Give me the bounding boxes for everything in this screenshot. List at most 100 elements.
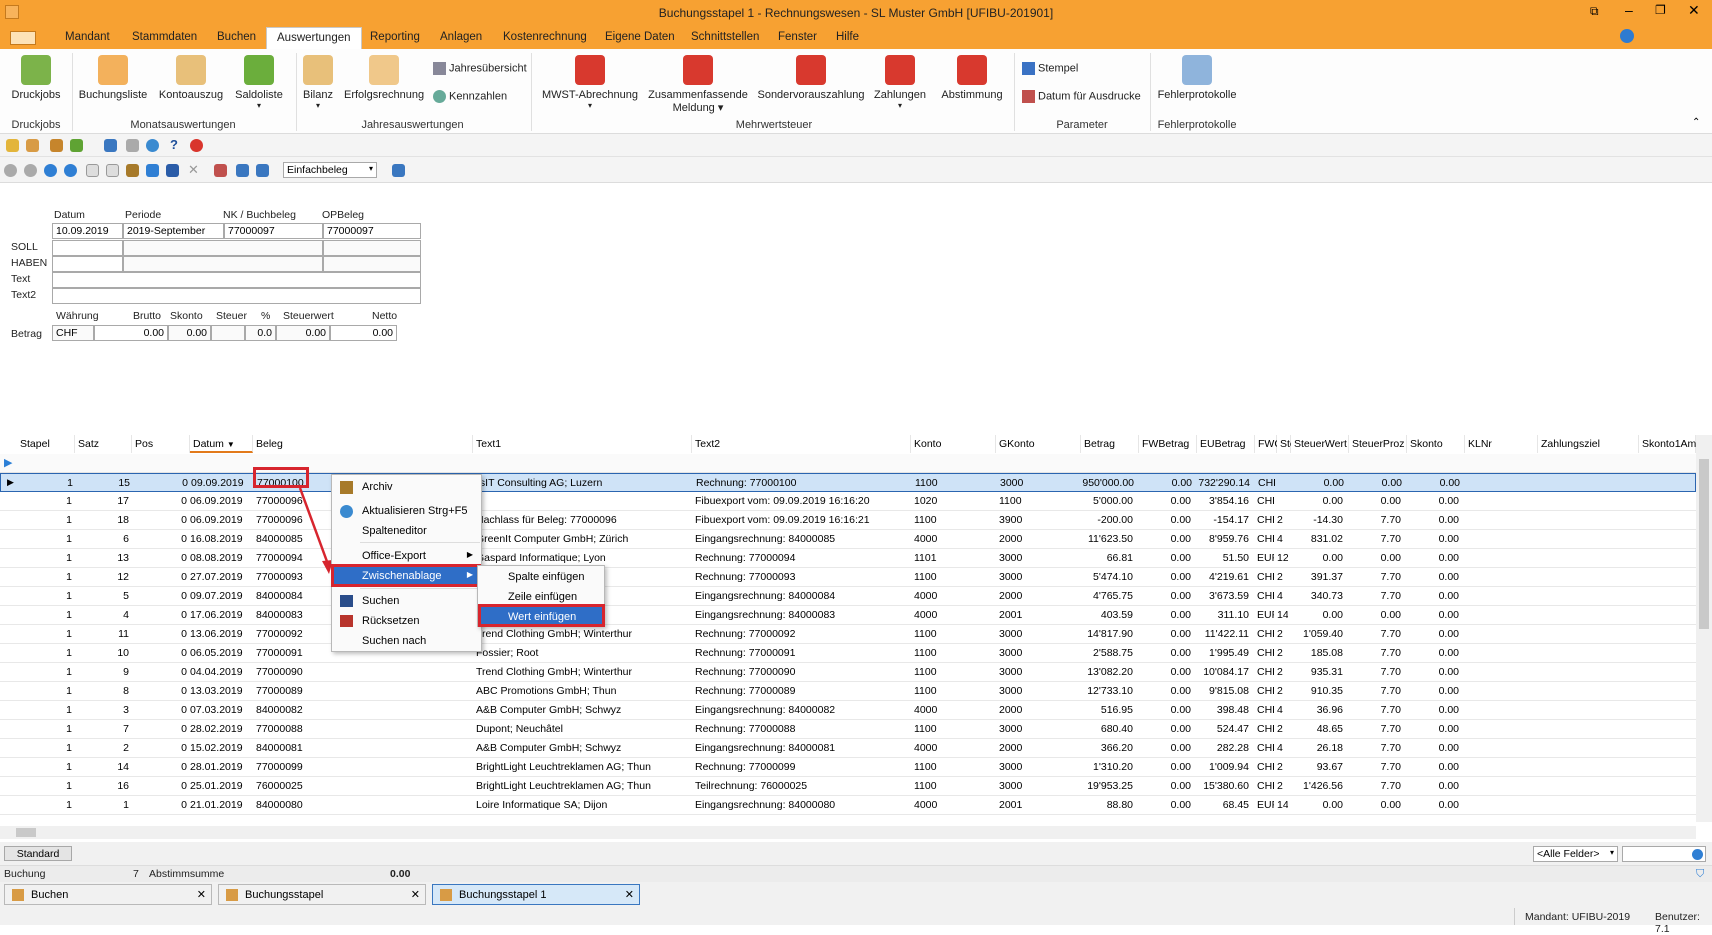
cell-skonto[interactable]: 0.00 bbox=[1407, 590, 1459, 602]
col-zahlungsziel[interactable]: Zahlungsziel bbox=[1538, 435, 1639, 453]
cell-eubetrag[interactable]: 9'815.08 bbox=[1197, 685, 1249, 697]
close-tab-icon[interactable]: ✕ bbox=[625, 888, 634, 901]
vertical-scrollbar[interactable] bbox=[1696, 435, 1712, 822]
cell-steuerproz[interactable]: 0.00 bbox=[1350, 477, 1402, 489]
cell-text2[interactable]: Eingangsrechnung: 84000083 bbox=[695, 609, 907, 621]
cell-skonto[interactable]: 0.00 bbox=[1407, 780, 1459, 792]
cell-text1[interactable]: A&B Computer GmbH; Schwyz bbox=[476, 742, 688, 754]
filter-icon[interactable]: ⛉ bbox=[1696, 868, 1704, 881]
cell-konto[interactable]: 4000 bbox=[914, 742, 991, 754]
cell-gkonto[interactable]: 3000 bbox=[1000, 477, 1077, 489]
collapse-ribbon-icon[interactable]: ⌃ bbox=[1692, 117, 1700, 128]
cell-gkonto[interactable]: 2000 bbox=[999, 533, 1076, 545]
cell-eubetrag[interactable]: 51.50 bbox=[1197, 552, 1249, 564]
calculator-icon[interactable] bbox=[392, 164, 405, 177]
cell-datum[interactable]: 09.09.2019 bbox=[191, 477, 251, 489]
cell-datum[interactable]: 28.01.2019 bbox=[190, 761, 250, 773]
cell-satz[interactable]: 18 bbox=[75, 514, 129, 526]
hscroll-thumb[interactable] bbox=[16, 828, 36, 837]
cell-steuerwert[interactable]: 0.00 bbox=[1291, 552, 1343, 564]
cell-stapel[interactable]: 1 bbox=[17, 609, 72, 621]
cell-text1[interactable]: IsIT Consulting AG; Luzern bbox=[477, 477, 689, 489]
cell-steuerwert[interactable]: 36.96 bbox=[1291, 704, 1343, 716]
cell-skonto[interactable]: 0.00 bbox=[1407, 761, 1459, 773]
table-row[interactable]: 1 13 0 08.08.2019 77000094 Gaspard Informatiq… bbox=[0, 549, 1696, 568]
horizontal-scrollbar[interactable] bbox=[0, 826, 1696, 839]
table-row[interactable]: 1 2 0 15.02.2019 84000081 A&B Computer GmbH; … bbox=[0, 739, 1696, 758]
previous-record-icon[interactable] bbox=[24, 164, 37, 177]
stempel-button[interactable]: Stempel bbox=[1022, 62, 1078, 75]
cell-pos[interactable]: 0 bbox=[132, 647, 187, 659]
cell-betrag[interactable]: 950'000.00 bbox=[1082, 477, 1134, 489]
kontoauszug-button[interactable]: Kontoauszug bbox=[156, 55, 226, 101]
jahresuebersicht-button[interactable]: Jahresübersicht bbox=[433, 62, 527, 75]
col-gkonto[interactable]: GKonto bbox=[996, 435, 1081, 453]
cell-konto[interactable]: 1100 bbox=[914, 685, 991, 697]
cell-satz[interactable]: 7 bbox=[75, 723, 129, 735]
cell-steuerwert[interactable]: 48.65 bbox=[1291, 723, 1343, 735]
cell-text1[interactable]: Trend Clothing GmbH; Winterthur bbox=[476, 666, 688, 678]
cell-gkonto[interactable]: 3000 bbox=[999, 761, 1076, 773]
cell-eubetrag[interactable]: -154.17 bbox=[1197, 514, 1249, 526]
cell-satz[interactable]: 5 bbox=[75, 590, 129, 602]
menu-auswertungen[interactable]: Auswertungen bbox=[266, 27, 362, 50]
cell-fwc[interactable]: CHF bbox=[1257, 647, 1274, 659]
cell-pos[interactable]: 0 bbox=[133, 477, 188, 489]
abstimmung-button[interactable]: Abstimmung bbox=[936, 55, 1008, 101]
cell-text2[interactable]: Rechnung: 77000099 bbox=[695, 761, 907, 773]
cell-betrag[interactable]: 1'310.20 bbox=[1081, 761, 1133, 773]
cell-pos[interactable]: 0 bbox=[132, 704, 187, 716]
cell-gkonto[interactable]: 3000 bbox=[999, 666, 1076, 678]
text-field[interactable] bbox=[52, 272, 421, 288]
cell-gkonto[interactable]: 3000 bbox=[999, 685, 1076, 697]
brutto-field[interactable]: 0.00 bbox=[94, 325, 168, 341]
cell-beleg[interactable]: 77000090 bbox=[256, 666, 313, 678]
minimize-button[interactable]: – bbox=[1625, 2, 1633, 18]
cell-konto[interactable]: 1100 bbox=[914, 514, 991, 526]
cell-satz[interactable]: 4 bbox=[75, 609, 129, 621]
cell-beleg[interactable]: 84000082 bbox=[256, 704, 313, 716]
cell-betrag[interactable]: 4'765.75 bbox=[1081, 590, 1133, 602]
table-row[interactable]: 1 14 0 28.01.2019 77000099 BrightLight Leucht… bbox=[0, 758, 1696, 777]
cell-ste[interactable]: 4 bbox=[1277, 590, 1288, 602]
cell-pos[interactable]: 0 bbox=[132, 761, 187, 773]
cell-ste[interactable]: 2 bbox=[1277, 628, 1288, 640]
cell-betrag[interactable]: 11'623.50 bbox=[1081, 533, 1133, 545]
cell-datum[interactable]: 13.03.2019 bbox=[190, 685, 250, 697]
col-ste[interactable]: Ste bbox=[1277, 435, 1296, 453]
cell-datum[interactable]: 13.06.2019 bbox=[190, 628, 250, 640]
netto-field[interactable]: 0.00 bbox=[330, 325, 397, 341]
col-steuerwert[interactable]: SteuerWert bbox=[1291, 435, 1349, 453]
menu-spalteneditor[interactable]: Spalteneditor bbox=[332, 521, 481, 541]
cell-steuerwert[interactable]: 26.18 bbox=[1291, 742, 1343, 754]
cell-satz[interactable]: 10 bbox=[75, 647, 129, 659]
cell-gkonto[interactable]: 3000 bbox=[999, 647, 1076, 659]
cell-steuerwert[interactable]: 935.31 bbox=[1291, 666, 1343, 678]
cell-eubetrag[interactable]: 1'009.94 bbox=[1197, 761, 1249, 773]
cell-ste[interactable]: 4 bbox=[1277, 704, 1288, 716]
cell-pos[interactable]: 0 bbox=[132, 495, 187, 507]
cell-satz[interactable]: 1 bbox=[75, 799, 129, 811]
cell-pos[interactable]: 0 bbox=[132, 609, 187, 621]
cell-pos[interactable]: 0 bbox=[132, 742, 187, 754]
cell-satz[interactable]: 16 bbox=[75, 780, 129, 792]
cell-steuerproz[interactable]: 7.70 bbox=[1349, 571, 1401, 583]
saldoliste-button[interactable]: Saldoliste ▾ bbox=[230, 55, 288, 110]
cell-steuerwert[interactable]: 0.00 bbox=[1292, 477, 1344, 489]
cell-steuerwert[interactable]: 93.67 bbox=[1291, 761, 1343, 773]
cell-betrag[interactable]: 366.20 bbox=[1081, 742, 1133, 754]
cell-konto[interactable]: 1100 bbox=[914, 761, 991, 773]
beleg-type-select[interactable]: Einfachbeleg ▾ bbox=[283, 162, 377, 178]
refresh-icon[interactable] bbox=[104, 139, 117, 152]
col-beleg[interactable]: Beleg bbox=[253, 435, 473, 453]
col-text1[interactable]: Text1 bbox=[473, 435, 692, 453]
cell-steuerproz[interactable]: 7.70 bbox=[1349, 780, 1401, 792]
cell-pos[interactable]: 0 bbox=[132, 799, 187, 811]
cell-text2[interactable]: Eingangsrechnung: 84000080 bbox=[695, 799, 907, 811]
cell-ste[interactable]: 2 bbox=[1277, 571, 1288, 583]
close-tab-icon[interactable]: ✕ bbox=[197, 888, 206, 901]
restore-icon[interactable]: ⧉ bbox=[1590, 4, 1599, 19]
cell-steuerproz[interactable]: 7.70 bbox=[1349, 723, 1401, 735]
cell-skonto[interactable]: 0.00 bbox=[1407, 609, 1459, 621]
cell-text2[interactable]: Rechnung: 77000094 bbox=[695, 552, 907, 564]
